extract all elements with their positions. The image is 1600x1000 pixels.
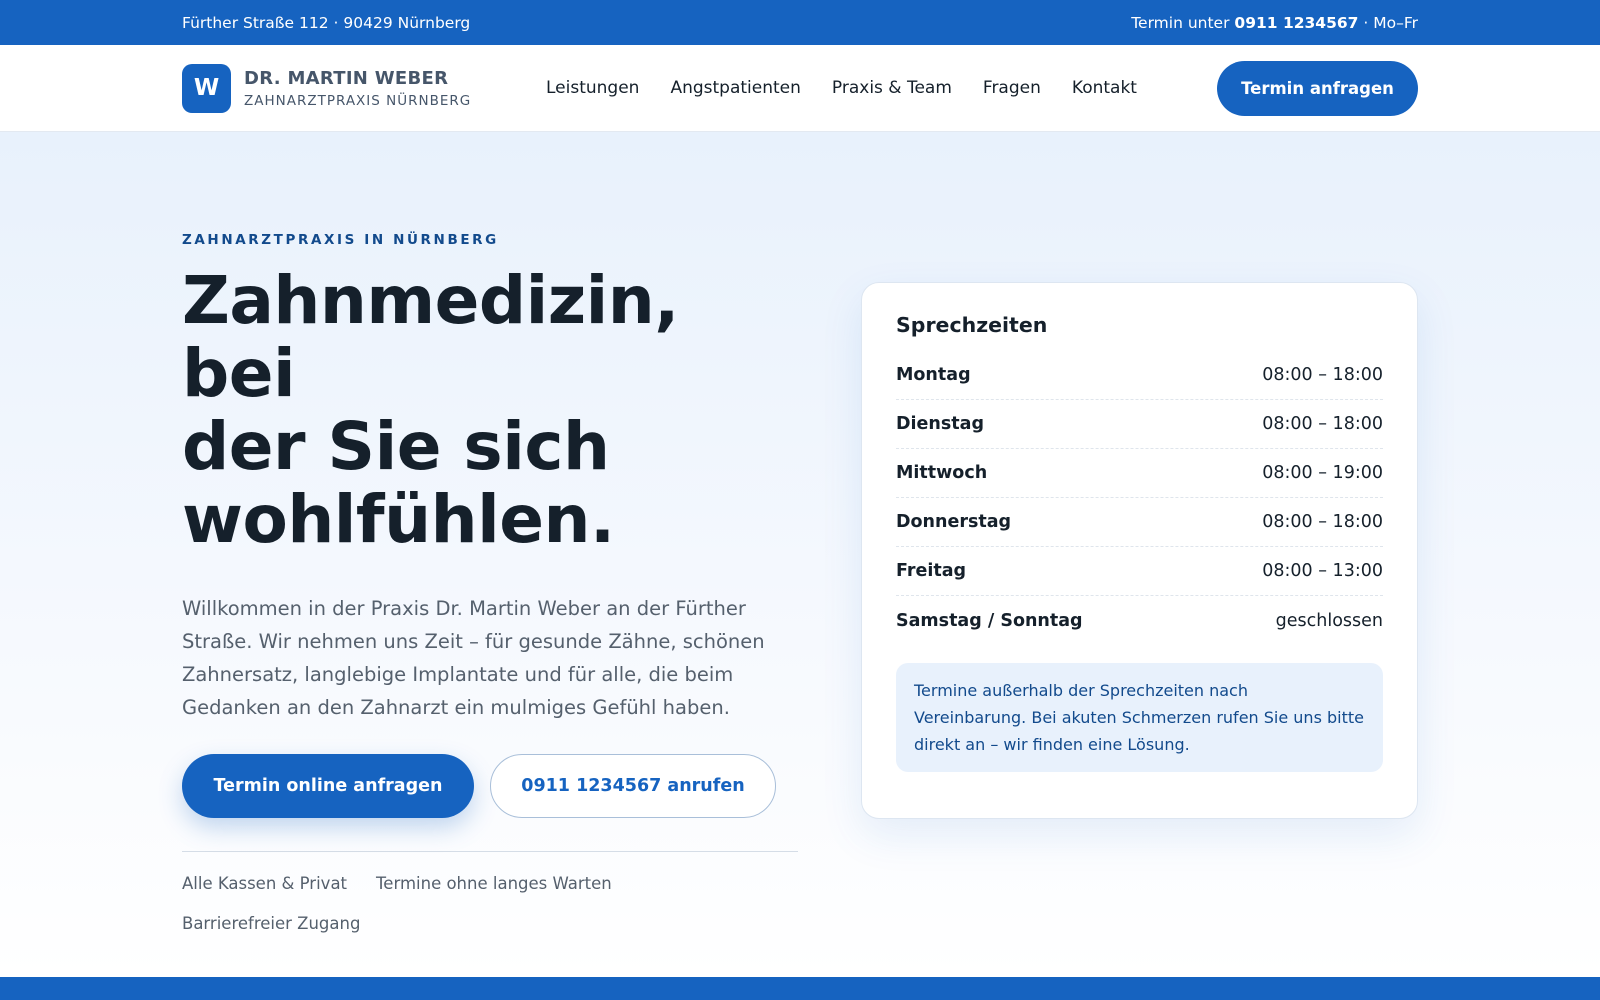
nav-item-kontakt[interactable]: Kontakt [1072, 78, 1137, 98]
hero-content: ZAHNARZTPRAXIS IN NÜRNBERG Zahnmedizin, … [182, 232, 798, 933]
phone-suffix: · Mo–Fr [1363, 13, 1418, 32]
hours-row: Montag 08:00 – 18:00 [896, 351, 1383, 400]
headline-line-1: Zahnmedizin, bei [182, 262, 679, 412]
headline-line-2: der Sie sich [182, 408, 610, 485]
call-button[interactable]: 0911 1234567 anrufen [490, 754, 776, 818]
hours-day: Freitag [896, 561, 967, 581]
opening-hours-card: Sprechzeiten Montag 08:00 – 18:00 Dienst… [861, 282, 1418, 819]
header-appointment-button[interactable]: Termin anfragen [1217, 60, 1418, 116]
feature-item: Termine ohne langes Warten [376, 874, 612, 893]
hours-row: Samstag / Sonntag geschlossen [896, 596, 1383, 645]
hours-time: 08:00 – 18:00 [1262, 365, 1383, 385]
hours-row: Dienstag 08:00 – 18:00 [896, 400, 1383, 449]
feature-item: Alle Kassen & Privat [182, 874, 348, 893]
hours-time: 08:00 – 18:00 [1262, 512, 1383, 532]
phone-info: Termin unter 0911 1234567 · Mo–Fr [1131, 14, 1418, 32]
topbar-phone-link[interactable]: 0911 1234567 [1234, 14, 1358, 32]
hours-day: Montag [896, 365, 971, 385]
nav-item-fragen[interactable]: Fragen [983, 78, 1041, 98]
hero-headline: Zahnmedizin, bei der Sie sich wohlfühlen… [182, 264, 798, 556]
feature-item: Barrierefreier Zugang [182, 914, 361, 933]
hours-time: geschlossen [1275, 610, 1383, 631]
hours-time: 08:00 – 18:00 [1262, 414, 1383, 434]
opening-hours-list: Montag 08:00 – 18:00 Dienstag 08:00 – 18… [896, 351, 1383, 645]
brand-name: DR. MARTIN WEBER [244, 67, 449, 89]
hero-divider [182, 851, 798, 852]
hours-day: Donnerstag [896, 512, 1012, 532]
brand-mark-icon: W [182, 63, 231, 113]
hours-day: Mittwoch [896, 463, 988, 483]
hours-row: Freitag 08:00 – 13:00 [896, 547, 1383, 596]
hours-day: Dienstag [896, 414, 984, 434]
headline-line-3: wohlfühlen. [182, 481, 615, 558]
brand-text: DR. MARTIN WEBER ZAHNARZTPRAXIS NÜRNBERG [244, 68, 471, 109]
hero-section: ZAHNARZTPRAXIS IN NÜRNBERG Zahnmedizin, … [0, 132, 1600, 977]
hero-cta-group: Termin online anfragen 0911 1234567 anru… [182, 754, 798, 818]
hero-eyebrow: ZAHNARZTPRAXIS IN NÜRNBERG [182, 232, 499, 248]
brand-subtitle: ZAHNARZTPRAXIS NÜRNBERG [244, 92, 472, 109]
hours-day: Samstag / Sonntag [896, 610, 1083, 631]
hours-row: Donnerstag 08:00 – 18:00 [896, 498, 1383, 547]
hours-row: Mittwoch 08:00 – 19:00 [896, 449, 1383, 498]
phone-prefix: Termin unter [1131, 13, 1230, 32]
nav-item-praxis-team[interactable]: Praxis & Team [832, 78, 952, 98]
main-nav: Leistungen Angstpatienten Praxis & Team … [546, 78, 1137, 98]
footer-band [0, 977, 1600, 1000]
nav-item-leistungen[interactable]: Leistungen [546, 78, 639, 98]
online-appointment-button[interactable]: Termin online anfragen [182, 754, 474, 818]
opening-hours-title: Sprechzeiten [896, 313, 1048, 337]
hours-time: 08:00 – 13:00 [1262, 561, 1383, 581]
feature-list: Alle Kassen & Privat Termine ohne langes… [182, 874, 652, 933]
nav-item-angstpatienten[interactable]: Angstpatienten [670, 78, 800, 98]
hero-lead: Willkommen in der Praxis Dr. Martin Webe… [182, 597, 765, 719]
top-info-bar: Fürther Straße 112 · 90429 Nürnberg Term… [0, 0, 1600, 45]
hours-time: 08:00 – 19:00 [1262, 463, 1383, 483]
appointment-note: Termine außerhalb der Sprechzeiten nach … [896, 663, 1383, 772]
brand-logo-link[interactable]: W DR. MARTIN WEBER ZAHNARZTPRAXIS NÜRNBE… [182, 63, 546, 113]
site-header: W DR. MARTIN WEBER ZAHNARZTPRAXIS NÜRNBE… [0, 45, 1600, 132]
address-text: Fürther Straße 112 · 90429 Nürnberg [182, 13, 471, 32]
